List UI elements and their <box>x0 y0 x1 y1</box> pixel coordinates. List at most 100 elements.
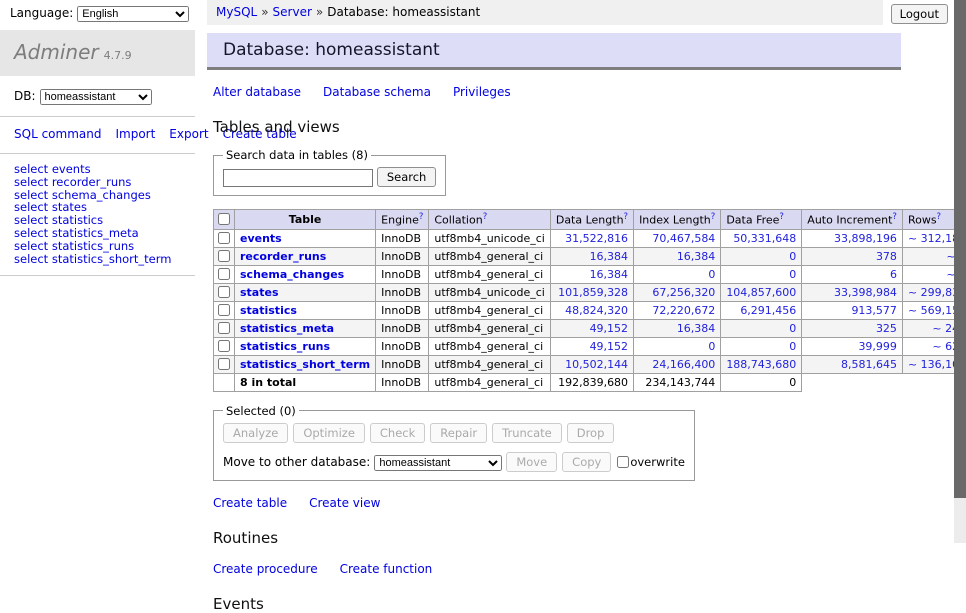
db-selector-row: DB:homeassistant <box>0 76 195 116</box>
sidebar-link-export[interactable]: Export <box>169 127 208 141</box>
sidebar-item-select-statistics-meta[interactable]: select statistics_meta <box>14 227 181 240</box>
total-empty-cell <box>214 373 235 391</box>
row-select-checkbox[interactable] <box>218 232 230 244</box>
create-procedure-link[interactable]: Create procedure <box>213 562 318 576</box>
help-icon[interactable]: ? <box>483 212 488 222</box>
search-button[interactable]: Search <box>377 167 437 187</box>
auto-increment-cell: 913,577 <box>802 301 903 319</box>
col-data-length-label: Data Length <box>556 214 624 227</box>
analyze-button[interactable]: Analyze <box>223 423 288 443</box>
sidebar-link-import[interactable]: Import <box>115 127 155 141</box>
data-length-cell: 16,384 <box>550 265 633 283</box>
col-data-length: Data Length? <box>550 210 633 230</box>
logout-button[interactable]: Logout <box>891 4 948 24</box>
row-select-checkbox[interactable] <box>218 304 230 316</box>
db-select[interactable]: homeassistant <box>40 89 152 105</box>
data-length-cell: 101,859,328 <box>550 283 633 301</box>
help-icon[interactable]: ? <box>892 212 897 222</box>
data-free-cell: 0 <box>721 337 802 355</box>
sidebar-link-sql-command[interactable]: SQL command <box>14 127 101 141</box>
tables-heading: Tables and views <box>213 118 901 136</box>
database-schema-link[interactable]: Database schema <box>323 85 431 99</box>
row-select-checkbox[interactable] <box>218 268 230 280</box>
col-engine: Engine? <box>376 210 429 230</box>
select-all-checkbox[interactable] <box>218 213 230 225</box>
col-index-length: Index Length? <box>634 210 721 230</box>
engine-cell: InnoDB <box>376 301 429 319</box>
help-icon[interactable]: ? <box>711 212 716 222</box>
sidebar-item-select-statistics-runs[interactable]: select statistics_runs <box>14 240 181 253</box>
help-icon[interactable]: ? <box>779 212 784 222</box>
sidebar-item-select-recorder-runs[interactable]: select recorder_runs <box>14 176 181 189</box>
sidebar-item-select-statistics-short-term[interactable]: select statistics_short_term <box>14 253 181 266</box>
col-auto-increment: Auto Increment? <box>802 210 903 230</box>
table-name-link[interactable]: statistics_runs <box>240 340 330 353</box>
check-button[interactable]: Check <box>370 423 425 443</box>
table-name-link[interactable]: statistics_short_term <box>240 358 370 371</box>
vertical-scrollbar[interactable] <box>954 0 966 543</box>
overwrite-checkbox[interactable] <box>617 456 629 468</box>
scrollbar-thumb[interactable] <box>954 0 966 498</box>
alter-database-link[interactable]: Alter database <box>213 85 301 99</box>
row-select-checkbox[interactable] <box>218 340 230 352</box>
total-filler-cell <box>802 373 966 391</box>
create-function-link[interactable]: Create function <box>340 562 433 576</box>
optimize-button[interactable]: Optimize <box>293 423 365 443</box>
collation-cell: utf8mb4_general_ci <box>429 247 550 265</box>
help-icon[interactable]: ? <box>624 212 629 222</box>
row-select-cell <box>214 247 235 265</box>
breadcrumb-link-mysql[interactable]: MySQL <box>216 5 257 19</box>
engine-cell: InnoDB <box>376 247 429 265</box>
row-select-cell <box>214 265 235 283</box>
move-db-select[interactable]: homeassistant <box>374 455 502 471</box>
table-header-row: Table Engine? Collation? Data Length? In… <box>214 210 966 230</box>
table-name-link[interactable]: states <box>240 286 279 299</box>
col-collation-label: Collation <box>434 214 482 227</box>
help-icon[interactable]: ? <box>937 212 942 222</box>
breadcrumb-link-server[interactable]: Server <box>273 5 312 19</box>
create-view-link[interactable]: Create view <box>309 496 380 510</box>
table-row: statesInnoDButf8mb4_unicode_ci101,859,32… <box>214 283 966 301</box>
row-select-checkbox[interactable] <box>218 358 230 370</box>
col-data-free: Data Free? <box>721 210 802 230</box>
col-rows-label: Rows <box>908 214 937 227</box>
data-length-cell: 10,502,144 <box>550 355 633 373</box>
total-name-cell: 8 in total <box>235 373 376 391</box>
index-length-cell: 16,384 <box>634 319 721 337</box>
move-label: Move to other database: <box>223 455 370 469</box>
copy-button[interactable]: Copy <box>562 452 611 472</box>
col-index-length-label: Index Length <box>639 214 711 227</box>
row-select-cell <box>214 301 235 319</box>
help-icon[interactable]: ? <box>419 212 424 222</box>
index-length-cell: 67,256,320 <box>634 283 721 301</box>
table-name-link[interactable]: schema_changes <box>240 268 344 281</box>
data-length-cell: 49,152 <box>550 319 633 337</box>
row-select-checkbox[interactable] <box>218 250 230 262</box>
language-select[interactable]: English <box>77 6 189 22</box>
repair-button[interactable]: Repair <box>430 423 487 443</box>
total-data-length-cell: 192,839,680 <box>550 373 633 391</box>
search-input[interactable] <box>223 169 373 187</box>
sidebar-item-select-events[interactable]: select events <box>14 163 181 176</box>
collation-cell: utf8mb4_unicode_ci <box>429 229 550 247</box>
table-name-link[interactable]: events <box>240 232 282 245</box>
move-button[interactable]: Move <box>506 452 557 472</box>
row-select-checkbox[interactable] <box>218 286 230 298</box>
table-name-link[interactable]: statistics_meta <box>240 322 334 335</box>
table-name-link[interactable]: statistics <box>240 304 297 317</box>
table-name-link[interactable]: recorder_runs <box>240 250 326 263</box>
divider <box>0 275 195 276</box>
row-select-checkbox[interactable] <box>218 322 230 334</box>
table-row: statistics_metaInnoDButf8mb4_general_ci4… <box>214 319 966 337</box>
create-table-link[interactable]: Create table <box>213 496 287 510</box>
index-length-cell: 24,166,400 <box>634 355 721 373</box>
sidebar-table-list: select events select recorder_runs selec… <box>0 154 195 275</box>
privileges-link[interactable]: Privileges <box>453 85 511 99</box>
table-name-cell: statistics_runs <box>235 337 376 355</box>
truncate-button[interactable]: Truncate <box>492 423 562 443</box>
database-links: Alter database Database schema Privileges <box>213 85 901 99</box>
table-name-cell: statistics <box>235 301 376 319</box>
table-name-cell: statistics_short_term <box>235 355 376 373</box>
drop-button[interactable]: Drop <box>567 423 615 443</box>
search-fieldset: Search data in tables (8) Search <box>213 148 446 196</box>
